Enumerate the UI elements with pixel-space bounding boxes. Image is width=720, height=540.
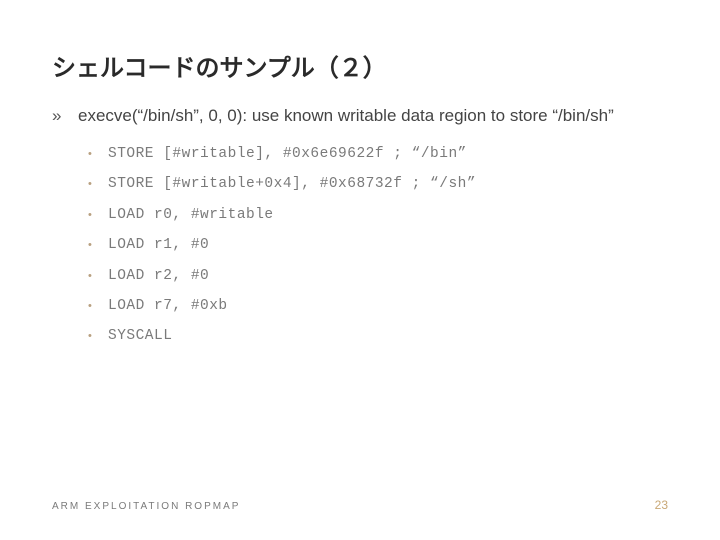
code-line: LOAD r7, #0xb — [108, 298, 228, 314]
bullet-icon: • — [88, 269, 108, 284]
list-item: • LOAD r0, #writable — [88, 207, 668, 223]
slide-footer: ARM EXPLOITATION ROPMAP 23 — [52, 498, 668, 512]
page-number: 23 — [655, 498, 668, 512]
list-item: • LOAD r1, #0 — [88, 237, 668, 253]
code-line: LOAD r1, #0 — [108, 237, 209, 253]
bullet-icon: • — [88, 177, 108, 192]
bullet-icon: • — [88, 147, 108, 162]
bullet-icon: • — [88, 238, 108, 253]
chevron-icon: » — [52, 105, 78, 128]
slide-title: シェルコードのサンプル（２） — [52, 48, 668, 83]
main-bullet-text: execve(“/bin/sh”, 0, 0): use known writa… — [78, 105, 668, 128]
footer-title: ARM EXPLOITATION ROPMAP — [52, 501, 240, 512]
list-item: • LOAD r7, #0xb — [88, 298, 668, 314]
code-line: STORE [#writable], #0x6e69622f ; “/bin” — [108, 146, 467, 162]
bullet-icon: • — [88, 208, 108, 223]
bullet-icon: • — [88, 299, 108, 314]
bullet-icon: • — [88, 329, 108, 344]
slide: シェルコードのサンプル（２） » execve(“/bin/sh”, 0, 0)… — [0, 0, 720, 540]
code-line: LOAD r0, #writable — [108, 207, 274, 223]
code-list: • STORE [#writable], #0x6e69622f ; “/bin… — [88, 146, 668, 345]
main-bullet-item: » execve(“/bin/sh”, 0, 0): use known wri… — [52, 105, 668, 128]
list-item: • STORE [#writable+0x4], #0x68732f ; “/s… — [88, 176, 668, 192]
code-line: LOAD r2, #0 — [108, 268, 209, 284]
list-item: • SYSCALL — [88, 328, 668, 344]
code-line: SYSCALL — [108, 328, 172, 344]
code-line: STORE [#writable+0x4], #0x68732f ; “/sh” — [108, 176, 476, 192]
list-item: • STORE [#writable], #0x6e69622f ; “/bin… — [88, 146, 668, 162]
list-item: • LOAD r2, #0 — [88, 268, 668, 284]
